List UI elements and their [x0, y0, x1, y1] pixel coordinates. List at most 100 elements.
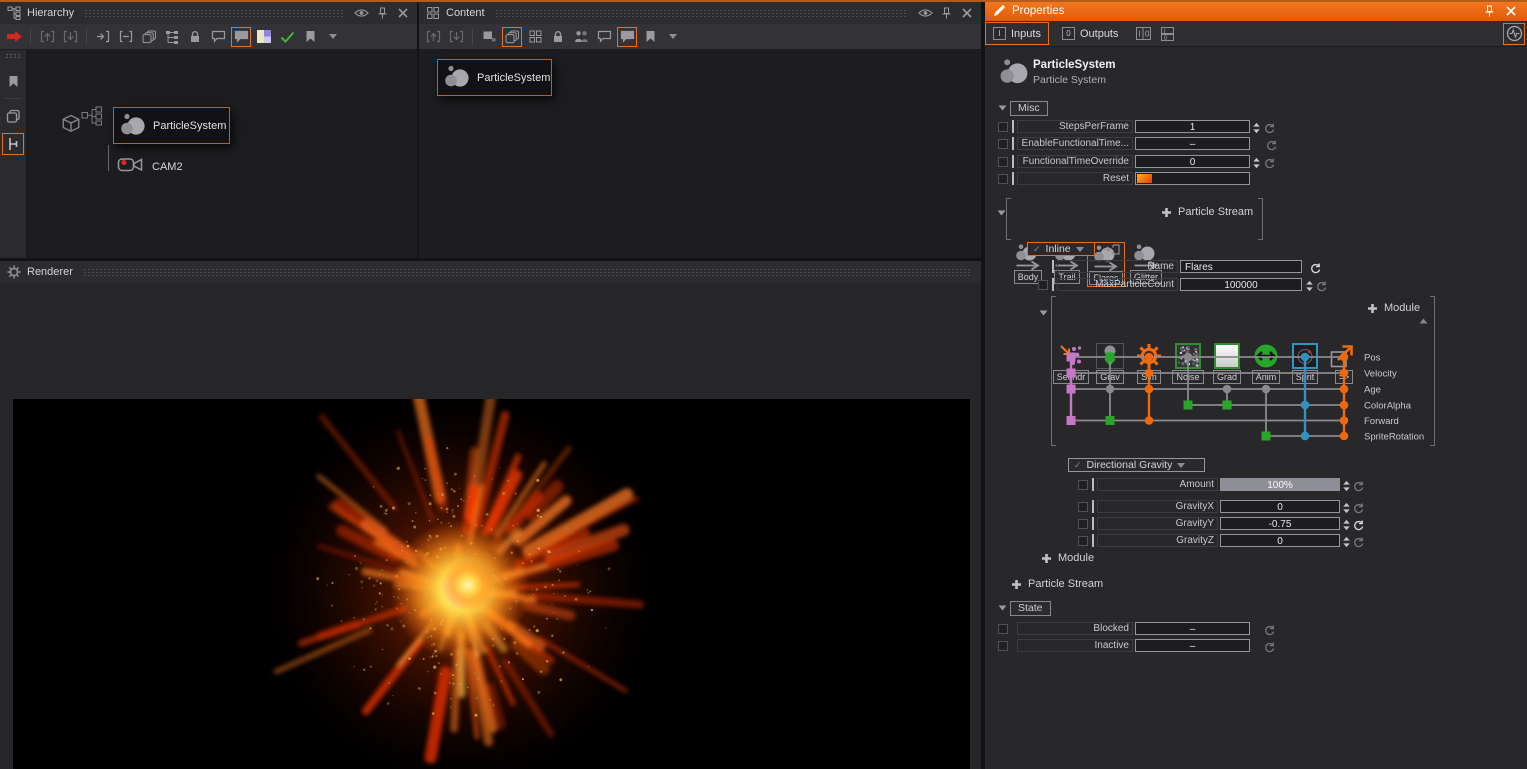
tab-inputs[interactable]: I Inputs [985, 22, 1049, 45]
checkbox[interactable] [1078, 502, 1088, 512]
render-viewport[interactable] [13, 399, 970, 769]
branch-icon[interactable] [2, 133, 24, 155]
panel-drag-texture[interactable] [83, 268, 970, 276]
people-icon[interactable] [571, 27, 591, 47]
stream-graph[interactable]: PosVelocityAgeColorAlphaForwardSpriteRot… [1048, 349, 1428, 445]
layers-icon[interactable] [2, 105, 24, 127]
reset-icon[interactable] [1310, 261, 1321, 279]
io-stack-icon[interactable]: I0 [1158, 24, 1178, 44]
reset-icon[interactable] [1266, 138, 1277, 156]
bookmark-icon[interactable] [2, 70, 24, 92]
reset-icon[interactable] [1264, 640, 1275, 658]
reset-icon[interactable] [1316, 279, 1327, 297]
pin-icon[interactable] [374, 5, 390, 21]
hierarchy-header[interactable]: Hierarchy [0, 2, 417, 24]
spinner[interactable] [1342, 479, 1351, 497]
properties-header[interactable]: Properties [985, 0, 1527, 21]
gravityx-field[interactable]: 0 [1220, 500, 1340, 513]
add-module-button[interactable]: Module [1367, 302, 1420, 314]
collapse-misc-icon[interactable] [998, 105, 1007, 111]
palette-icon[interactable] [254, 27, 274, 47]
reset-icon[interactable] [1353, 535, 1364, 553]
content-item-particlesystem[interactable]: ParticleSystem [437, 59, 552, 96]
checkbox[interactable] [998, 624, 1008, 634]
lock-icon[interactable] [185, 27, 205, 47]
collapse-streams-icon[interactable] [997, 210, 1006, 216]
check-icon[interactable] [277, 27, 297, 47]
tree-node-particlesystem[interactable]: ParticleSystem [113, 107, 230, 144]
close-icon[interactable] [395, 5, 411, 21]
red-arrow-icon[interactable] [4, 27, 24, 47]
io-split-icon[interactable]: I0 [1134, 24, 1154, 44]
eye-icon[interactable] [353, 5, 369, 21]
spinner[interactable] [1305, 279, 1314, 297]
comment-filled-icon[interactable] [617, 27, 637, 47]
tree-node-cam2[interactable]: CAM2 [117, 154, 183, 179]
spinner[interactable] [1342, 535, 1351, 553]
copies-icon[interactable] [502, 27, 522, 47]
name-field[interactable]: Flares [1180, 260, 1302, 273]
caret-down-icon[interactable] [323, 27, 343, 47]
grid-icon[interactable] [525, 27, 545, 47]
reset-color-button[interactable] [1137, 174, 1152, 183]
convert-icon[interactable] [1103, 243, 1120, 256]
tab-outputs[interactable]: 0 Outputs [1055, 22, 1126, 45]
close-icon[interactable] [959, 5, 975, 21]
gravityy-field[interactable]: -0.75 [1220, 517, 1340, 530]
scroll-up-icon[interactable] [1419, 318, 1428, 324]
blocked-field[interactable]: – [1135, 622, 1250, 635]
reset-icon[interactable] [1353, 479, 1364, 497]
checkbox[interactable] [998, 122, 1008, 132]
add-module-button[interactable]: Module [1041, 552, 1094, 564]
waveform-icon[interactable] [1503, 23, 1525, 45]
checkbox[interactable] [1038, 280, 1048, 290]
checkbox[interactable] [1078, 519, 1088, 529]
maxparticlecount-field[interactable]: 100000 [1180, 278, 1302, 291]
bookmark-icon[interactable] [300, 27, 320, 47]
add-particle-stream-button[interactable]: Particle Stream [1011, 578, 1103, 590]
tree-structure-icon[interactable] [162, 27, 182, 47]
renderer-header[interactable]: Renderer [0, 261, 981, 283]
caret-down-icon[interactable] [663, 27, 683, 47]
section-state[interactable]: State [1010, 601, 1051, 616]
center-view-icon[interactable] [116, 27, 136, 47]
export-up-icon[interactable] [37, 27, 57, 47]
content-header[interactable]: Content [419, 2, 981, 24]
panel-drag-texture[interactable] [495, 9, 907, 17]
inactive-field[interactable]: – [1135, 639, 1250, 652]
pin-icon[interactable] [1481, 3, 1497, 19]
close-icon[interactable] [1503, 3, 1519, 19]
checkbox[interactable] [998, 174, 1008, 184]
export-up-icon[interactable] [423, 27, 443, 47]
collapse-modules-icon[interactable] [1039, 310, 1048, 316]
checkbox[interactable] [998, 641, 1008, 651]
checkbox[interactable] [1078, 536, 1088, 546]
checkbox[interactable] [998, 139, 1008, 149]
grip-handle[interactable] [5, 53, 21, 58]
add-particle-stream-button[interactable]: Particle Stream [1161, 206, 1253, 218]
reset-trigger-field[interactable] [1135, 172, 1250, 185]
stepsperframe-field[interactable]: 1 [1135, 120, 1250, 133]
jump-into-icon[interactable] [93, 27, 113, 47]
comment-icon[interactable] [594, 27, 614, 47]
comment-filled-icon[interactable] [231, 27, 251, 47]
eye-icon[interactable] [917, 5, 933, 21]
lock-icon[interactable] [548, 27, 568, 47]
collapse-state-icon[interactable] [998, 605, 1007, 611]
section-misc[interactable]: Misc [1010, 101, 1048, 116]
export-down-icon[interactable] [446, 27, 466, 47]
amount-slider[interactable]: 100% [1220, 478, 1340, 491]
gravityz-field[interactable]: 0 [1220, 534, 1340, 547]
checkbox[interactable] [1078, 480, 1088, 490]
checkbox[interactable] [998, 157, 1008, 167]
directional-gravity-dropdown[interactable]: ✓ Directional Gravity [1068, 458, 1205, 472]
copies-icon[interactable] [139, 27, 159, 47]
bookmark-icon[interactable] [640, 27, 660, 47]
flag-icon[interactable] [479, 27, 499, 47]
functionaltimeoverride-field[interactable]: 0 [1135, 155, 1250, 168]
export-down-icon[interactable] [60, 27, 80, 47]
panel-drag-texture[interactable] [84, 9, 343, 17]
comment-icon[interactable] [208, 27, 228, 47]
inline-dropdown[interactable]: ✓ Inline [1027, 242, 1095, 256]
pin-icon[interactable] [938, 5, 954, 21]
